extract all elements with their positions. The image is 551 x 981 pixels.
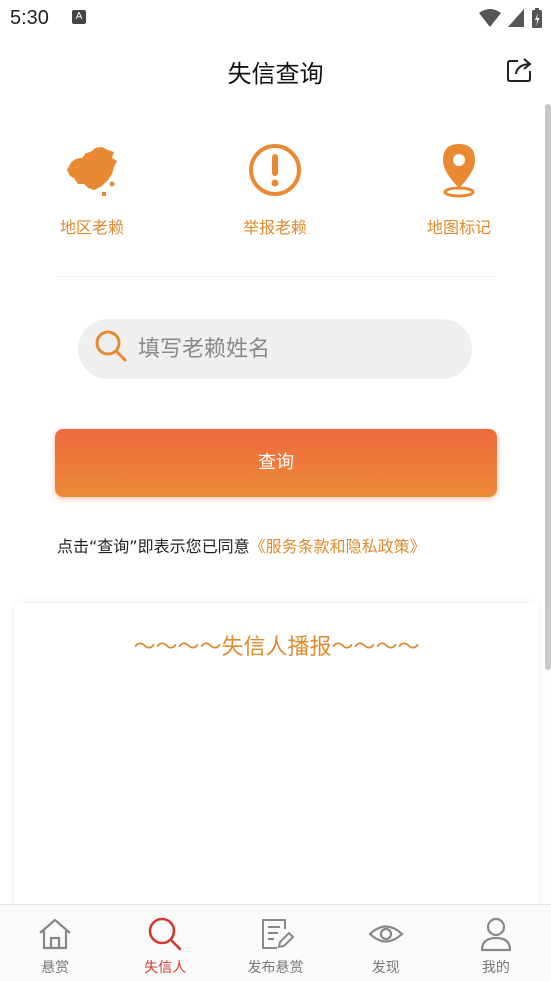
action-map-mark[interactable]: 地图标记 (394, 140, 524, 238)
user-icon (480, 917, 512, 952)
tab-discover[interactable]: 发现 (331, 905, 441, 981)
agreement-text: 点击“查询”即表示您已同意《服务条款和隐私政策》 (57, 533, 426, 557)
action-report-debtor[interactable]: 举报老赖 (210, 140, 340, 238)
page-title: 失信查询 (227, 60, 324, 88)
china-map-icon (67, 147, 117, 196)
query-button[interactable]: 查询 (55, 429, 497, 497)
signal-icon (508, 9, 524, 27)
home-icon (39, 918, 71, 950)
search-box[interactable] (78, 319, 472, 379)
action-region-debtors[interactable]: 地区老赖 (27, 140, 157, 238)
status-icons (479, 7, 543, 29)
share-icon[interactable] (505, 54, 535, 84)
wifi-icon (479, 9, 501, 27)
tab-label: 我的 (481, 960, 510, 976)
agreement-prefix: 点击“查询”即表示您已同意 (57, 537, 250, 556)
screen: 5:30 A 失信查询 地区老赖 举报老赖 地图标记 填写老赖姓名 查询 点击“… (0, 0, 551, 981)
edit-document-icon (261, 919, 294, 949)
broadcast-title: ～～～～失信人播报～～～～ (133, 635, 420, 660)
tab-label: 失信人 (144, 960, 187, 976)
quick-actions: 地区老赖 举报老赖 地图标记 (0, 140, 551, 250)
tab-dishonest[interactable]: 失信人 (110, 905, 220, 981)
policy-link[interactable]: 《服务条款和隐私政策》 (250, 537, 426, 556)
action-label: 地图标记 (426, 218, 491, 237)
search-icon (95, 330, 127, 362)
status-bar: 5:30 A (0, 0, 551, 38)
tab-label: 发现 (371, 960, 400, 976)
app-header: 失信查询 (0, 38, 551, 100)
status-time: 5:30 (10, 7, 49, 29)
action-label: 举报老赖 (242, 218, 307, 237)
eye-icon (368, 925, 404, 943)
action-label: 地区老赖 (59, 218, 124, 237)
location-pin-icon (443, 144, 475, 198)
search-input[interactable] (138, 319, 458, 379)
battery-icon (532, 8, 542, 28)
tab-post-reward[interactable]: 发布悬赏 (220, 905, 330, 981)
search-icon (148, 917, 182, 951)
tab-reward[interactable]: 悬赏 (0, 905, 110, 981)
broadcast-panel: ～～～～失信人播报～～～～ (14, 603, 539, 923)
notification-a-icon: A (72, 10, 86, 24)
tab-bar: 悬赏 失信人 发布悬赏 发现 我的 (0, 904, 551, 981)
tab-label: 发布悬赏 (247, 960, 304, 976)
exclamation-circle-icon (249, 144, 301, 196)
tab-mine[interactable]: 我的 (441, 905, 551, 981)
tab-label: 悬赏 (41, 960, 70, 976)
divider (56, 276, 496, 277)
